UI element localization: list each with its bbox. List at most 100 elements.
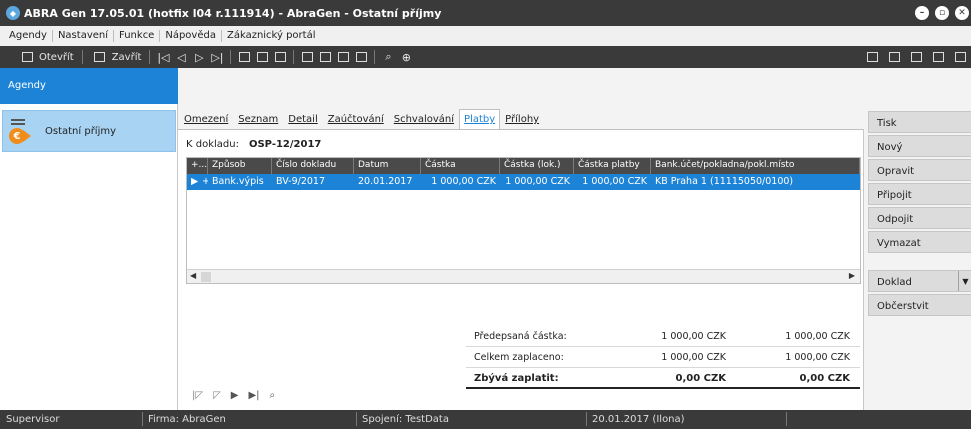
title-bar: ◆ ABRA Gen 17.05.01 (hotfix l04 r.111914… xyxy=(0,0,971,26)
toolbar: Otevřít Zavřít |◁ ◁ ▷ ▷| ⌕ ⊕ xyxy=(0,46,971,68)
summary-row: Celkem zaplaceno: 1 000,00 CZK 1 000,00 … xyxy=(466,347,860,368)
last-row-icon[interactable]: ▶| xyxy=(248,390,259,401)
tab-seznam[interactable]: Seznam xyxy=(233,109,283,130)
summary-value: 0,00 CZK xyxy=(675,373,727,384)
minimize-icon[interactable]: – xyxy=(915,6,929,20)
cell-cislo-dokladu: BV-9/2017 xyxy=(276,176,326,187)
maximize-icon[interactable]: ▫ xyxy=(935,6,949,20)
search-icon[interactable]: ⌕ xyxy=(270,390,276,401)
column-header-cislo-dokladu[interactable]: Číslo dokladu xyxy=(272,158,354,174)
app-logo-icon: ◆ xyxy=(6,6,20,20)
close-record-icon xyxy=(93,51,107,64)
last-record-icon[interactable]: ▷| xyxy=(210,51,224,64)
toolbar-separator xyxy=(293,50,295,64)
menu-zakaznicky-portal[interactable]: Zákaznický portál xyxy=(222,30,321,42)
search-icon[interactable]: ⌕ xyxy=(381,50,395,64)
column-header-ucet[interactable]: Bank.účet/pokladna/pokl.místo xyxy=(651,158,860,174)
document-dropdown-label: Doklad xyxy=(877,277,912,288)
horizontal-scrollbar[interactable]: ◀ ▶ xyxy=(187,269,860,283)
menu-napoveda[interactable]: Nápověda xyxy=(160,30,222,42)
export-icon[interactable] xyxy=(909,50,923,63)
document-label: K dokladu: xyxy=(186,139,239,150)
cell-zpusob: Bank.výpis xyxy=(212,176,264,187)
document-icon[interactable] xyxy=(255,51,269,64)
close-button[interactable]: Zavřít xyxy=(87,51,146,64)
document-dropdown-button[interactable]: Doklad ▼ xyxy=(868,270,971,292)
new-button[interactable]: Nový xyxy=(868,135,971,157)
tab-zauctovani[interactable]: Zaúčtování xyxy=(323,109,389,130)
payments-grid: +... Způsob Číslo dokladu Datum Částka Č… xyxy=(186,157,861,284)
delete-button[interactable]: Vymazat xyxy=(868,231,971,253)
preview-icon[interactable] xyxy=(887,50,901,63)
detach-button[interactable]: Odpojit xyxy=(868,207,971,229)
filter-icon[interactable]: ⊕ xyxy=(399,51,413,64)
summary-label: Předepsaná částka: xyxy=(474,331,567,342)
summary-value-local: 0,00 CZK xyxy=(799,373,851,384)
open-button[interactable]: Otevřít xyxy=(14,51,78,64)
previous-row-icon[interactable]: ◸ xyxy=(213,390,221,401)
edit-icon[interactable] xyxy=(318,51,332,64)
window-controls: – ▫ ✕ xyxy=(915,6,969,20)
scroll-thumb[interactable] xyxy=(201,272,211,282)
column-header-plus[interactable]: +... xyxy=(187,158,208,174)
column-header-datum[interactable]: Datum xyxy=(354,158,421,174)
scroll-left-icon[interactable]: ◀ xyxy=(190,271,196,280)
next-record-icon[interactable]: ▷ xyxy=(192,51,206,64)
open-icon xyxy=(20,51,34,64)
toolbar-separator xyxy=(230,50,232,64)
scroll-right-icon[interactable]: ▶ xyxy=(849,271,855,280)
window-title: ABRA Gen 17.05.01 (hotfix l04 r.111914) … xyxy=(24,6,442,20)
menu-agendy[interactable]: Agendy xyxy=(4,30,53,42)
status-separator xyxy=(586,412,587,426)
first-record-icon[interactable]: |◁ xyxy=(156,51,170,64)
expand-icon[interactable]: + xyxy=(198,174,208,190)
first-row-icon[interactable]: |◸ xyxy=(192,390,203,401)
summary-label: Celkem zaplaceno: xyxy=(474,352,564,363)
tab-detail[interactable]: Detail xyxy=(283,109,322,130)
grid-navigator: |◸ ◸ ▶ ▶| ⌕ xyxy=(192,390,275,401)
tab-omezeni[interactable]: Omezení xyxy=(179,109,233,130)
agenda-pane: € Ostatní příjmy xyxy=(0,104,178,410)
edit-form-icon[interactable] xyxy=(953,50,967,63)
menu-funkce[interactable]: Funkce xyxy=(114,30,161,42)
edit-button[interactable]: Opravit xyxy=(868,159,971,181)
chevron-down-icon[interactable]: ▼ xyxy=(958,271,971,291)
duplicate-icon[interactable] xyxy=(336,51,350,64)
copy-icon[interactable] xyxy=(237,51,251,64)
delete-icon[interactable] xyxy=(354,51,368,64)
settings-icon[interactable] xyxy=(931,50,945,63)
summary-value-local: 1 000,00 CZK xyxy=(785,331,850,342)
close-label: Zavřít xyxy=(111,51,142,63)
tab-prilohy[interactable]: Přílohy xyxy=(500,109,544,130)
new-icon[interactable] xyxy=(300,51,314,64)
column-header-castka-platby[interactable]: Částka platby xyxy=(574,158,651,174)
summary-row-remaining: Zbývá zaplatit: 0,00 CZK 0,00 CZK xyxy=(466,368,860,389)
summary-value-local: 1 000,00 CZK xyxy=(785,352,850,363)
next-row-icon[interactable]: ▶ xyxy=(231,390,239,401)
column-header-castka-lok[interactable]: Částka (lok.) xyxy=(500,158,574,174)
summary-value: 1 000,00 CZK xyxy=(661,331,726,342)
print-button[interactable]: Tisk xyxy=(868,111,971,133)
tab-schvalovani[interactable]: Schvalování xyxy=(389,109,459,130)
tab-platby[interactable]: Platby xyxy=(459,109,501,130)
document-number: OSP-12/2017 xyxy=(248,139,322,150)
report-icon[interactable] xyxy=(865,50,879,63)
previous-record-icon[interactable]: ◁ xyxy=(174,51,188,64)
attach-button[interactable]: Připojit xyxy=(868,183,971,205)
close-icon[interactable]: ✕ xyxy=(955,6,969,20)
status-user: Supervisor xyxy=(6,414,60,425)
open-label: Otevřít xyxy=(39,51,74,63)
menu-nastaveni[interactable]: Nastavení xyxy=(53,30,115,42)
status-separator xyxy=(356,412,357,426)
summary-label: Zbývá zaplatit: xyxy=(474,373,559,384)
column-header-castka[interactable]: Částka xyxy=(421,158,500,174)
column-header-zpusob[interactable]: Způsob xyxy=(208,158,272,174)
status-separator xyxy=(142,412,143,426)
row-marker-icon: ▶ xyxy=(191,176,198,187)
refresh-button[interactable]: Občerstvit xyxy=(868,294,971,316)
sidebar-item-ostatni-prijmy[interactable]: € Ostatní příjmy xyxy=(2,110,176,152)
toolbar-separator xyxy=(374,50,376,64)
toolbar-separator xyxy=(81,50,83,64)
table-row[interactable]: ▶ + Bank.výpis BV-9/2017 20.01.2017 1 00… xyxy=(187,174,860,190)
print-icon[interactable] xyxy=(273,51,287,64)
